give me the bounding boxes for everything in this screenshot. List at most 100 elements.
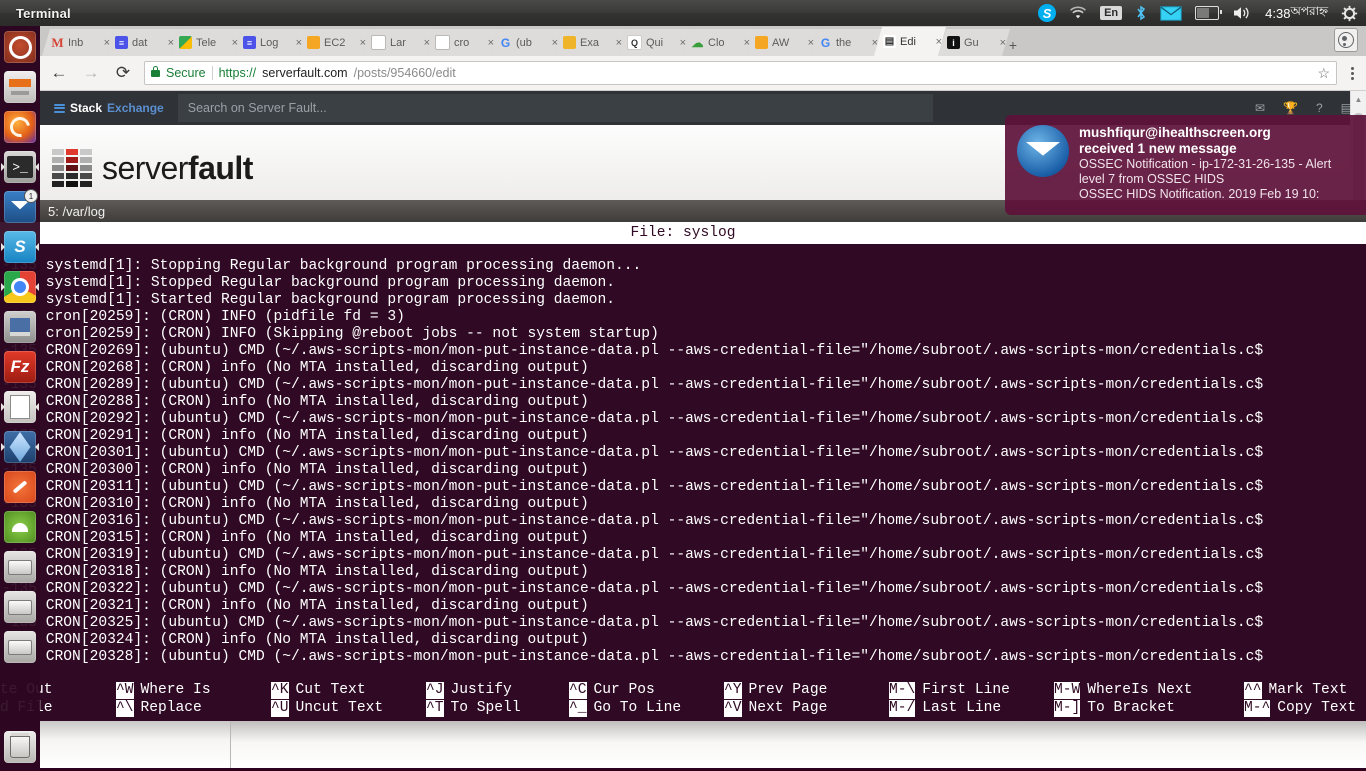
clock-indicator[interactable]: 4:38 অপরাহ্ন bbox=[1265, 0, 1328, 26]
profile-avatar-button[interactable] bbox=[1334, 28, 1358, 52]
browser-tab[interactable]: Exa × bbox=[554, 29, 626, 56]
launcher-item-firefox[interactable] bbox=[2, 109, 38, 145]
serverfault-logo[interactable]: serverfault bbox=[52, 149, 253, 187]
url-path: /posts/954660/edit bbox=[353, 66, 456, 80]
nano-shortcut[interactable]: ^C Cur Pos bbox=[569, 681, 724, 699]
browser-tab-active[interactable]: ▤ Edi × bbox=[874, 27, 946, 56]
forward-button[interactable]: → bbox=[80, 62, 102, 84]
tab-title: the bbox=[836, 36, 852, 49]
battery-icon[interactable] bbox=[1195, 0, 1223, 26]
volume-icon[interactable] bbox=[1232, 0, 1252, 26]
launcher-item-thunderbird[interactable]: 1 bbox=[2, 189, 38, 225]
launcher-item-text-editor[interactable] bbox=[1, 389, 39, 425]
launcher-item-android-studio[interactable] bbox=[2, 509, 38, 545]
browser-tab[interactable]: G (ub × bbox=[490, 29, 562, 56]
unity-top-panel: Terminal S En 4:38 অপরাহ্ন bbox=[0, 0, 1366, 26]
nano-file-name: File: syslog bbox=[630, 224, 736, 241]
nano-shortcut[interactable]: ^J Justify bbox=[426, 681, 569, 699]
launcher-item-atom[interactable] bbox=[2, 469, 38, 505]
launcher-item-disk-3[interactable] bbox=[2, 629, 38, 665]
terminal-line: -135 CRON[20291]: (CRON) info (No MTA in… bbox=[2, 428, 589, 444]
omnibox-divider bbox=[211, 66, 213, 80]
launcher-item-trash[interactable] bbox=[2, 729, 38, 765]
help-icon[interactable]: ? bbox=[1316, 101, 1323, 115]
avatar-icon bbox=[1338, 32, 1354, 48]
browser-tab[interactable]: cro × bbox=[426, 29, 498, 56]
browser-tab[interactable]: G the × bbox=[810, 29, 882, 56]
nano-shortcut[interactable]: ^U Uncut Text bbox=[271, 699, 426, 717]
stackexchange-logo-part2: Exchange bbox=[107, 101, 164, 115]
browser-tab[interactable]: i Gu × bbox=[938, 29, 1010, 56]
nano-shortcut[interactable]: ^T To Spell bbox=[426, 699, 569, 717]
bluetooth-icon[interactable] bbox=[1135, 0, 1147, 26]
tab-title: Gu bbox=[964, 36, 979, 49]
nano-shortcut[interactable]: M-\ First Line bbox=[889, 681, 1054, 699]
terminal-line: -135 systemd[1]: Stopping Regular backgr… bbox=[2, 258, 642, 274]
browser-tab[interactable]: Q Qui × bbox=[618, 29, 690, 56]
browser-tab[interactable]: ☁ Clo × bbox=[682, 29, 754, 56]
nano-shortcut[interactable]: M-] To Bracket bbox=[1054, 699, 1244, 717]
serverfault-wordmark: serverfault bbox=[102, 149, 253, 186]
nano-shortcut[interactable]: ^_ Go To Line bbox=[569, 699, 724, 717]
nano-shortcut[interactable]: ^V Next Page bbox=[724, 699, 889, 717]
launcher-item-terminal[interactable] bbox=[1, 149, 39, 185]
aws-icon bbox=[307, 36, 320, 49]
nano-shortcut[interactable]: M-/Last Line bbox=[889, 699, 1054, 717]
terminal-window[interactable]: 5: /var/log File: syslog -135 systemd[1]… bbox=[0, 200, 1366, 721]
mail-icon[interactable] bbox=[1160, 0, 1182, 26]
inbox-icon[interactable]: ✉ bbox=[1255, 101, 1265, 115]
launcher-item-disk-2[interactable] bbox=[2, 589, 38, 625]
terminal-line: -135 CRON[20292]: (ubuntu) CMD (~/.aws-s… bbox=[2, 411, 1264, 427]
page-icon bbox=[371, 35, 386, 50]
nano-shortcut[interactable]: M-^ Copy Text bbox=[1244, 699, 1356, 717]
google-docs-icon: ≡ bbox=[243, 36, 256, 49]
browser-tab[interactable]: Tele × bbox=[170, 29, 242, 56]
thunderbird-icon bbox=[1017, 125, 1069, 177]
back-button[interactable]: ← bbox=[48, 62, 70, 84]
terminal-line: -135 systemd[1]: Started Regular backgro… bbox=[2, 292, 616, 308]
site-search-input[interactable]: Search on Server Fault... bbox=[177, 94, 933, 122]
terminal-line: -135 CRON[20269]: (ubuntu) CMD (~/.aws-s… bbox=[2, 343, 1264, 359]
terminal-line: -135 cron[20259]: (CRON) INFO (pidfile f… bbox=[2, 309, 405, 325]
tab-close-icon[interactable]: × bbox=[936, 36, 942, 48]
browser-tab[interactable]: ≡ dat × bbox=[106, 29, 178, 56]
launcher-item-files[interactable] bbox=[2, 69, 38, 105]
launcher-item-filezilla[interactable]: Fz bbox=[2, 349, 38, 385]
scroll-up-arrow-icon[interactable]: ▲ bbox=[1351, 91, 1366, 107]
launcher-item-virtualbox[interactable] bbox=[1, 429, 39, 465]
nano-shortcut[interactable]: ^^ Mark Text bbox=[1244, 681, 1347, 699]
launcher-item-chrome[interactable] bbox=[1, 269, 39, 305]
tab-title: EC2 bbox=[324, 36, 346, 49]
launcher-item-ubuntu-dash[interactable] bbox=[2, 29, 38, 65]
bookmark-star-icon[interactable]: ☆ bbox=[1317, 65, 1330, 82]
launcher-item-disk-1[interactable] bbox=[2, 549, 38, 585]
achievements-icon[interactable]: 🏆 bbox=[1283, 101, 1298, 115]
desktop-notification[interactable]: mushfiqur@ihealthscreen.org received 1 n… bbox=[1005, 115, 1366, 215]
wifi-icon[interactable] bbox=[1069, 0, 1087, 26]
notification-text: mushfiqur@ihealthscreen.org received 1 n… bbox=[1079, 125, 1354, 207]
quickbooks-icon: Q bbox=[627, 35, 642, 50]
launcher-item-remmina[interactable] bbox=[2, 309, 38, 345]
browser-tab[interactable]: EC2 × bbox=[298, 29, 370, 56]
browser-tab[interactable]: M Inb × bbox=[42, 29, 114, 56]
stackexchange-logo[interactable]: Stack Exchange bbox=[54, 101, 164, 115]
nano-shortcut[interactable]: ^K Cut Text bbox=[271, 681, 426, 699]
launcher-item-skype[interactable]: S bbox=[1, 229, 39, 265]
nano-shortcut[interactable]: ^Y Prev Page bbox=[724, 681, 889, 699]
browser-tab[interactable]: ≡ Log × bbox=[234, 29, 306, 56]
tab-title: Clo bbox=[708, 36, 725, 49]
address-bar[interactable]: Secure https:// serverfault.com/posts/954… bbox=[144, 61, 1337, 85]
keyboard-layout-indicator[interactable]: En bbox=[1100, 0, 1123, 26]
site-search-placeholder: Search on Server Fault... bbox=[187, 101, 327, 115]
browser-tab[interactable]: Lar × bbox=[362, 29, 434, 56]
chrome-menu-button[interactable] bbox=[1347, 66, 1358, 80]
skype-indicator-icon[interactable]: S bbox=[1038, 0, 1057, 26]
active-app-title[interactable]: Terminal bbox=[16, 6, 71, 21]
nano-shortcut[interactable]: ^W Where Is bbox=[116, 681, 271, 699]
browser-tab[interactable]: AW × bbox=[746, 29, 818, 56]
nano-shortcut[interactable]: ^\ Replace bbox=[116, 699, 271, 717]
nano-shortcut[interactable]: M-W WhereIs Next bbox=[1054, 681, 1244, 699]
gear-icon[interactable] bbox=[1341, 0, 1358, 26]
reload-button[interactable]: ⟳ bbox=[112, 62, 134, 84]
clock-time: 4:38 bbox=[1265, 5, 1291, 21]
